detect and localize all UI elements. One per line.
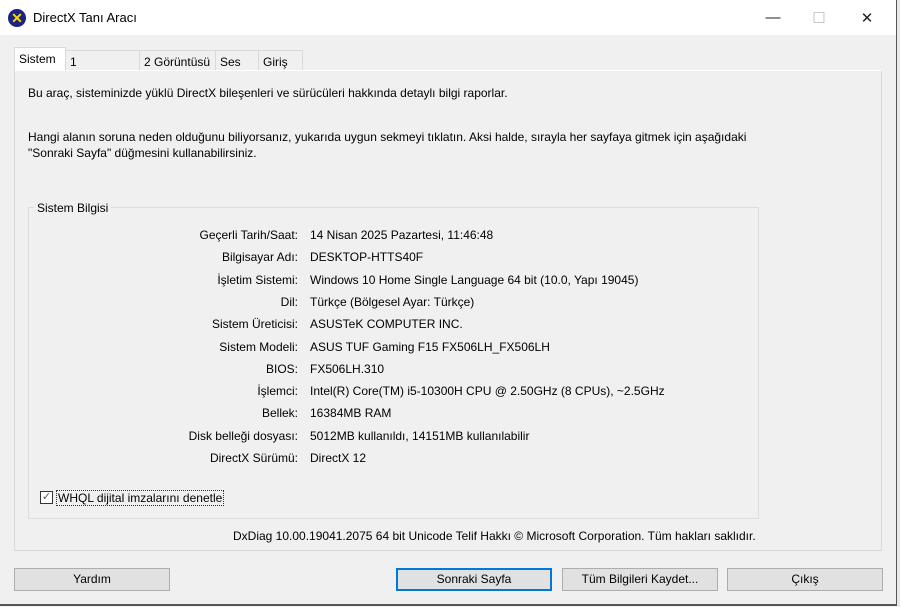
info-label: İşlemci: xyxy=(257,384,298,399)
copyright-text: DxDiag 10.00.19041.2075 64 bit Unicode T… xyxy=(233,529,756,543)
info-value: ASUSTeK COMPUTER INC. xyxy=(310,317,463,332)
info-label: İşletim Sistemi: xyxy=(217,272,298,287)
info-label: Bellek: xyxy=(261,406,298,421)
dxdiag-window: ✕ DirectX Tanı Aracı — ☐ ✕ Sistem 1 Görü… xyxy=(0,0,897,606)
info-label: Sistem Modeli: xyxy=(219,339,298,354)
info-value: Türkçe (Bölgesel Ayar: Türkçe) xyxy=(310,294,475,309)
info-value: 16384MB RAM xyxy=(310,406,392,421)
info-label: Geçerli Tarih/Saat: xyxy=(199,228,299,242)
info-value: DirectX 12 xyxy=(310,451,367,465)
info-label: Disk belleği dosyası: xyxy=(188,428,298,443)
info-value: ASUS TUF Gaming F15 FX506LH_FX506LH xyxy=(310,339,550,354)
info-value: 5012MB kullanıldı, 14151MB kullanılabili… xyxy=(310,428,530,443)
info-label: DirectX Sürümü: xyxy=(209,451,298,465)
save-all-button[interactable]: Tüm Bilgileri Kaydet... xyxy=(562,568,718,591)
next-page-button[interactable]: Sonraki Sayfa xyxy=(396,568,552,591)
tab-sistem[interactable]: Sistem xyxy=(14,47,66,71)
whql-label[interactable]: WHQL dijital imzalarını denetle xyxy=(56,490,225,506)
window-title: DirectX Tanı Aracı xyxy=(33,10,137,25)
tab-display-2[interactable]: 2 Görüntüsü xyxy=(139,50,216,71)
title-bar: ✕ DirectX Tanı Aracı — ☐ ✕ xyxy=(0,0,896,35)
info-value: 14 Nisan 2025 Pazartesi, 11:46:48 xyxy=(310,228,494,242)
group-title: Sistem Bilgisi xyxy=(34,201,112,215)
hint-text-1: Hangi alanın soruna neden olduğunu biliy… xyxy=(28,130,747,144)
info-label: Dil: xyxy=(280,294,298,309)
info-value: Windows 10 Home Single Language 64 bit (… xyxy=(310,272,639,287)
whql-checkbox[interactable]: ✓ xyxy=(40,491,53,504)
directx-icon: ✕ xyxy=(8,9,26,27)
exit-button[interactable]: Çıkış xyxy=(727,568,883,591)
tab-input[interactable]: Giriş xyxy=(258,50,303,71)
info-value: FX506LH.310 xyxy=(310,361,385,376)
tab-display-1[interactable]: 1 Görüntüsü xyxy=(65,50,140,83)
intro-text: Bu araç, sisteminizde yüklü DirectX bile… xyxy=(28,86,508,100)
info-value: DESKTOP-HTTS40F xyxy=(310,250,424,265)
maximize-button: ☐ xyxy=(812,9,826,27)
close-button[interactable]: ✕ xyxy=(844,0,890,35)
tab-sound[interactable]: Ses xyxy=(215,50,259,71)
hint-text-2: "Sonraki Sayfa" düğmesini kullanabilirsi… xyxy=(28,146,257,160)
info-label: Sistem Üreticisi: xyxy=(211,317,298,332)
help-button[interactable]: Yardım xyxy=(14,568,170,591)
info-label: BIOS: xyxy=(265,361,298,376)
minimize-button[interactable]: — xyxy=(750,0,796,35)
info-label: Bilgisayar Adı: xyxy=(221,250,298,265)
info-value: Intel(R) Core(TM) i5-10300H CPU @ 2.50GH… xyxy=(310,384,665,399)
